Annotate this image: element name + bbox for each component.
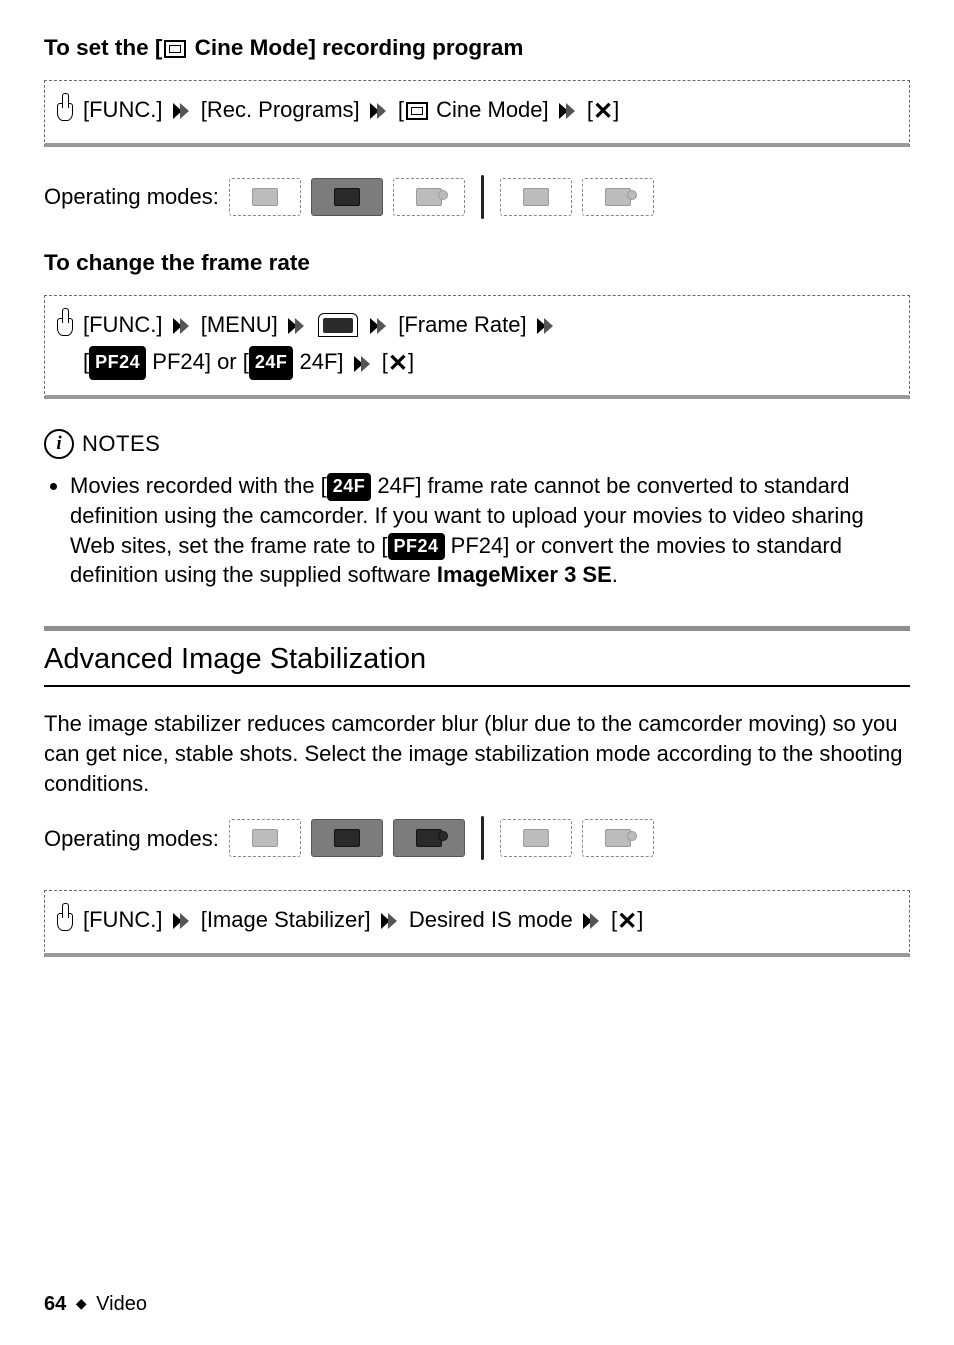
mode-separator — [481, 175, 484, 219]
nav-step-close: [✕] — [382, 349, 414, 374]
notes-list: Movies recorded with the [24F 24F] frame… — [44, 471, 910, 590]
mode-separator — [481, 816, 484, 860]
mode-glyph-icon — [416, 829, 442, 847]
arrow-icon — [583, 913, 601, 929]
arrow-icon — [370, 318, 388, 334]
24f-badge: 24F — [327, 473, 372, 500]
section-underline — [44, 685, 910, 687]
touch-hand-icon — [51, 308, 77, 338]
operating-modes-row: Operating modes: — [44, 175, 910, 219]
24f-badge: 24F — [249, 346, 294, 380]
nav-path-content: [FUNC.] [Image Stabilizer] Desired IS mo… — [83, 901, 897, 943]
arrow-icon — [288, 318, 306, 334]
operating-modes-label: Operating modes: — [44, 183, 219, 211]
mode-photo — [393, 819, 465, 857]
mode-auto — [229, 178, 301, 216]
nav-step-close: [✕] — [611, 907, 643, 932]
camera-tab-icon — [318, 313, 358, 337]
nav-step-func: [FUNC.] — [83, 97, 162, 122]
section-body-text: The image stabilizer reduces camcorder b… — [44, 709, 910, 798]
page-number: 64 — [44, 1293, 66, 1315]
nav-step-frame-rate: [Frame Rate] — [398, 312, 526, 337]
nav-step-menu: [MENU] — [201, 312, 278, 337]
touch-hand-icon — [51, 93, 77, 123]
heading-text-post: Cine Mode] recording program — [188, 35, 523, 60]
nav-path-image-stabilizer: [FUNC.] [Image Stabilizer] Desired IS mo… — [44, 890, 910, 957]
heading-set-cine-mode: To set the [ Cine Mode] recording progra… — [44, 34, 910, 62]
nav-step-opt1-post: PF24] or [ — [146, 349, 249, 374]
section-top-rule — [44, 626, 910, 631]
arrow-icon — [173, 913, 191, 929]
mode-glyph-icon — [605, 188, 631, 206]
nav-step-rec-programs: [Rec. Programs] — [201, 97, 360, 122]
mode-photo — [393, 178, 465, 216]
heading-text-pre: To set the [ — [44, 35, 162, 60]
mode-glyph-icon — [252, 188, 278, 206]
arrow-icon — [370, 103, 388, 119]
page-footer: 64 ◆ Video — [44, 1292, 147, 1317]
cine-slate-icon — [406, 102, 428, 120]
nav-step-close: [✕] — [587, 97, 619, 122]
mode-glyph-icon — [523, 188, 549, 206]
footer-section-name: Video — [96, 1293, 147, 1315]
nav-path-content: [FUNC.] [Rec. Programs] [ Cine Mode] [✕] — [83, 91, 897, 133]
note-software-name: ImageMixer 3 SE — [437, 562, 612, 587]
nav-step-image-stabilizer: [Image Stabilizer] — [201, 907, 371, 932]
mode-playback-photo — [582, 819, 654, 857]
mode-glyph-icon — [334, 188, 360, 206]
mode-glyph-icon — [523, 829, 549, 847]
mode-playback-photo — [582, 178, 654, 216]
operating-modes-label: Operating modes: — [44, 825, 219, 853]
nav-step-func: [FUNC.] — [83, 907, 162, 932]
nav-step-desired-is-mode: Desired IS mode — [409, 907, 573, 932]
section-title-advanced-is: Advanced Image Stabilization — [44, 641, 910, 677]
mode-movie-manual — [311, 178, 383, 216]
diamond-bullet-icon: ◆ — [76, 1295, 87, 1311]
mode-glyph-icon — [334, 829, 360, 847]
arrow-icon — [381, 913, 399, 929]
mode-glyph-icon — [416, 188, 442, 206]
arrow-icon — [173, 103, 191, 119]
mode-movie-manual — [311, 819, 383, 857]
note-text-pre: Movies recorded with the [ — [70, 473, 327, 498]
nav-step-cine-pre: [ — [398, 97, 404, 122]
nav-step-cine-post: Cine Mode] — [430, 97, 549, 122]
mode-glyph-icon — [252, 829, 278, 847]
mode-playback-movie — [500, 819, 572, 857]
operating-modes-row: Operating modes: — [44, 816, 910, 860]
nav-path-content: [FUNC.] [MENU] [Frame Rate] [PF24 PF24] … — [83, 306, 897, 385]
close-icon: ✕ — [617, 908, 637, 935]
nav-step-opt2-post: 24F] — [293, 349, 343, 374]
close-icon: ✕ — [593, 98, 613, 125]
notes-header: i NOTES — [44, 429, 910, 459]
notes-label: NOTES — [82, 430, 160, 458]
touch-hand-icon — [51, 903, 77, 933]
nav-path-cine-mode: [FUNC.] [Rec. Programs] [ Cine Mode] [✕] — [44, 80, 910, 147]
arrow-icon — [559, 103, 577, 119]
notes-item: Movies recorded with the [24F 24F] frame… — [70, 471, 910, 590]
arrow-icon — [354, 356, 372, 372]
mode-playback-movie — [500, 178, 572, 216]
heading-change-frame-rate: To change the frame rate — [44, 249, 910, 277]
info-icon: i — [44, 429, 74, 459]
arrow-icon — [537, 318, 555, 334]
pf24-badge: PF24 — [89, 346, 146, 380]
mode-glyph-icon — [605, 829, 631, 847]
cine-slate-icon — [164, 40, 186, 58]
note-text-end: . — [612, 562, 618, 587]
nav-path-frame-rate: [FUNC.] [MENU] [Frame Rate] [PF24 PF24] … — [44, 295, 910, 399]
mode-auto — [229, 819, 301, 857]
pf24-badge: PF24 — [388, 533, 445, 560]
arrow-icon — [173, 318, 191, 334]
nav-step-func: [FUNC.] — [83, 312, 162, 337]
close-icon: ✕ — [388, 350, 408, 377]
